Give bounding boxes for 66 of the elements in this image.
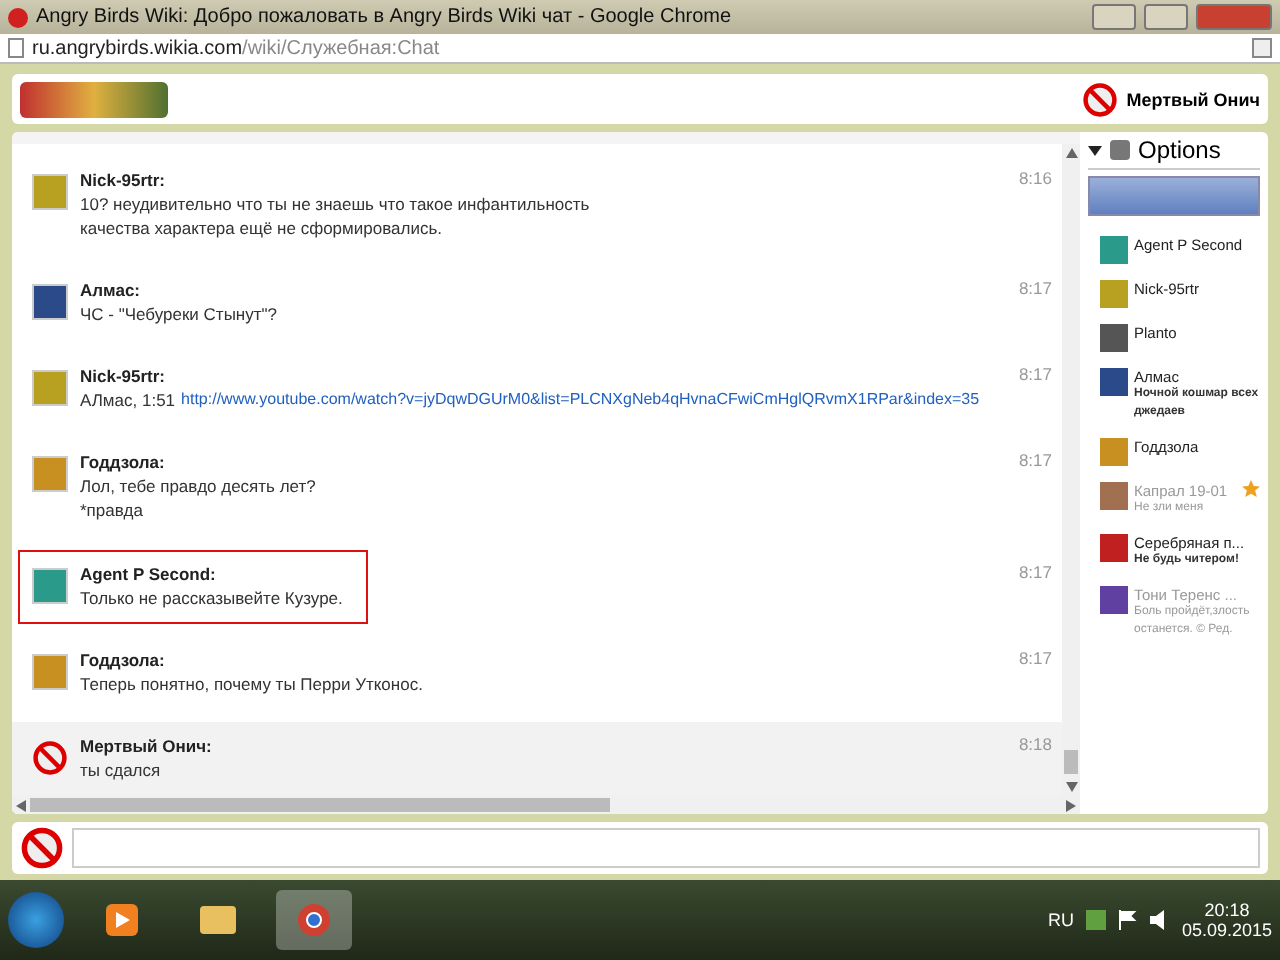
horizontal-scrollbar[interactable] xyxy=(12,796,1080,814)
scroll-thumb[interactable] xyxy=(30,798,610,812)
avatar-icon xyxy=(32,653,68,690)
tray-icon[interactable] xyxy=(1085,910,1106,930)
message-time: 8:17 xyxy=(1018,645,1052,668)
options-menu[interactable]: Options xyxy=(1138,136,1221,164)
message-text: Лол, тебе правдо десять лет? xyxy=(80,474,316,499)
message-text: качества характера ещё не сформировались. xyxy=(80,216,444,240)
speaker-icon[interactable] xyxy=(1149,910,1170,930)
start-button[interactable] xyxy=(8,892,64,948)
message-text: АЛмас, 1:51 xyxy=(80,388,176,413)
window-title: Angry Birds Wiki: Добро пожаловать в Angry Birds Wiki чат - Google Chrome xyxy=(36,6,734,28)
user-avatar-icon xyxy=(1100,236,1128,264)
scroll-arrow-icon[interactable] xyxy=(16,799,26,811)
folder-icon xyxy=(200,906,236,934)
message-time: 8:18 xyxy=(1018,731,1052,754)
message-input[interactable] xyxy=(72,828,1260,868)
message-author: Nick-95rtr: xyxy=(80,168,168,192)
message-text: ЧС - "Чебуреки Стынут"? xyxy=(80,302,278,327)
message-time: 8:16 xyxy=(1018,166,1052,188)
avatar-icon xyxy=(32,284,68,321)
maximize-button[interactable] xyxy=(1144,4,1188,30)
message-text: 10? неудивительно что ты не знаешь что такое инфантильность xyxy=(80,192,590,216)
user-avatar-icon xyxy=(1100,368,1128,396)
user-avatar-icon xyxy=(1100,534,1128,562)
caret-icon[interactable] xyxy=(1088,145,1102,155)
user-avatar-icon xyxy=(1100,280,1128,308)
clock-date[interactable]: 05.09.2015 xyxy=(1181,920,1272,940)
avatar-icon xyxy=(32,370,68,407)
message-link[interactable]: http://www.youtube.com/watch?v=jyDqwDGUrM0&list=PLCNXgNeb4qHvnaCFwiCmHglQRvmX1RPar&index=35 xyxy=(181,388,980,413)
message-author: Nick-95rtr: xyxy=(80,364,168,389)
play-icon xyxy=(106,904,138,936)
message-text: *правда xyxy=(80,498,145,523)
message-time: 8:17 xyxy=(1018,559,1052,582)
message-author: Годдзола: xyxy=(80,647,167,672)
message-author: Алмас: xyxy=(80,278,142,303)
avatar-icon xyxy=(32,739,68,776)
minimize-button[interactable] xyxy=(1092,4,1136,30)
message-author: Agent P Second: xyxy=(80,561,218,586)
scroll-thumb[interactable] xyxy=(1064,750,1078,774)
message-author: Годдзола: xyxy=(80,450,167,475)
language-indicator[interactable]: RU xyxy=(1047,910,1074,930)
browser-icon xyxy=(296,902,332,938)
vertical-scrollbar[interactable] xyxy=(1062,144,1080,796)
user-avatar-icon xyxy=(1082,81,1119,117)
avatar-icon xyxy=(32,456,68,493)
message-time: 8:17 xyxy=(1018,448,1052,471)
user-avatar-icon xyxy=(1100,586,1128,614)
message-text: Только не рассказывейте Кузуре. xyxy=(80,585,343,610)
message-text: Теперь понятно, почему ты Перри Утконос. xyxy=(80,671,423,696)
user-name: Мертвый Онич xyxy=(1126,89,1260,109)
message-author: Мертвый Онич: xyxy=(80,733,212,758)
browser-button[interactable] xyxy=(276,890,352,950)
wiki-logo[interactable] xyxy=(20,81,168,117)
user-avatar-icon xyxy=(1100,324,1128,352)
avatar-icon xyxy=(32,174,68,210)
flag-icon[interactable] xyxy=(1117,910,1138,930)
avatar-icon xyxy=(32,567,68,604)
scroll-arrow-icon[interactable] xyxy=(1065,148,1077,158)
self-avatar-icon xyxy=(20,826,64,870)
message-time: 8:17 xyxy=(1018,276,1052,299)
message-time: 8:17 xyxy=(1018,362,1052,385)
clock-time[interactable]: 20:18 xyxy=(1204,900,1250,920)
user-avatar-icon xyxy=(1100,438,1128,466)
user-avatar-icon xyxy=(1100,482,1128,510)
message-text: ты сдался xyxy=(80,757,163,782)
